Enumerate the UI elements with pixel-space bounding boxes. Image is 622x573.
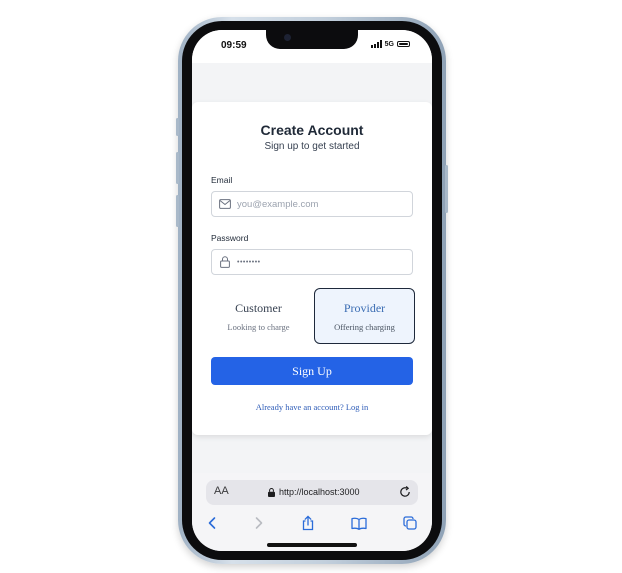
status-time: 09:59 [221, 40, 247, 51]
text-size-button[interactable]: AA [214, 485, 229, 497]
password-placeholder: •••••••• [237, 258, 261, 266]
url-display: http://localhost:3000 [268, 487, 360, 497]
mail-icon [219, 198, 231, 210]
reload-icon[interactable] [398, 485, 412, 499]
role-description: Offering charging [334, 322, 395, 332]
back-icon[interactable] [202, 513, 222, 533]
address-bar[interactable]: AA http://localhost:3000 [206, 480, 418, 505]
password-field[interactable]: •••••••• [211, 249, 413, 275]
power-button [445, 165, 448, 213]
volume-up-button [176, 152, 179, 184]
role-description: Looking to charge [227, 322, 290, 332]
role-title: Provider [343, 301, 386, 315]
status-bar: 09:59 5G [192, 30, 432, 63]
dynamic-notch [266, 30, 358, 49]
sign-up-button[interactable]: Sign Up [211, 357, 413, 385]
camera-icon [284, 34, 291, 41]
tabs-icon[interactable] [400, 513, 420, 533]
login-link[interactable]: Already have an account? Log in [192, 402, 432, 412]
url-text: http://localhost:3000 [279, 487, 360, 497]
lock-icon [268, 487, 275, 497]
network-type: 5G [384, 40, 394, 48]
lock-icon [219, 256, 231, 268]
browser-toolbar [192, 513, 432, 535]
email-field[interactable]: you@example.com [211, 191, 413, 217]
role-title: Customer [235, 301, 282, 315]
phone-screen: 09:59 5G Create Account Sign up to get s… [192, 30, 432, 551]
bookmarks-icon[interactable] [349, 513, 369, 533]
status-indicators: 5G [370, 40, 410, 48]
password-label: Password [211, 233, 249, 243]
forward-icon[interactable] [249, 513, 269, 533]
signal-icon [370, 40, 382, 48]
page-subtitle: Sign up to get started [264, 141, 360, 152]
silent-switch [176, 118, 179, 136]
battery-icon [397, 41, 410, 47]
home-indicator [267, 543, 357, 547]
volume-down-button [176, 195, 179, 227]
email-placeholder: you@example.com [237, 198, 319, 210]
email-label: Email [211, 175, 233, 185]
page-title: Create Account [260, 122, 364, 138]
share-icon[interactable] [298, 513, 318, 533]
role-option-provider[interactable]: Provider Offering charging [314, 288, 415, 344]
role-option-customer[interactable]: Customer Looking to charge [208, 288, 309, 344]
